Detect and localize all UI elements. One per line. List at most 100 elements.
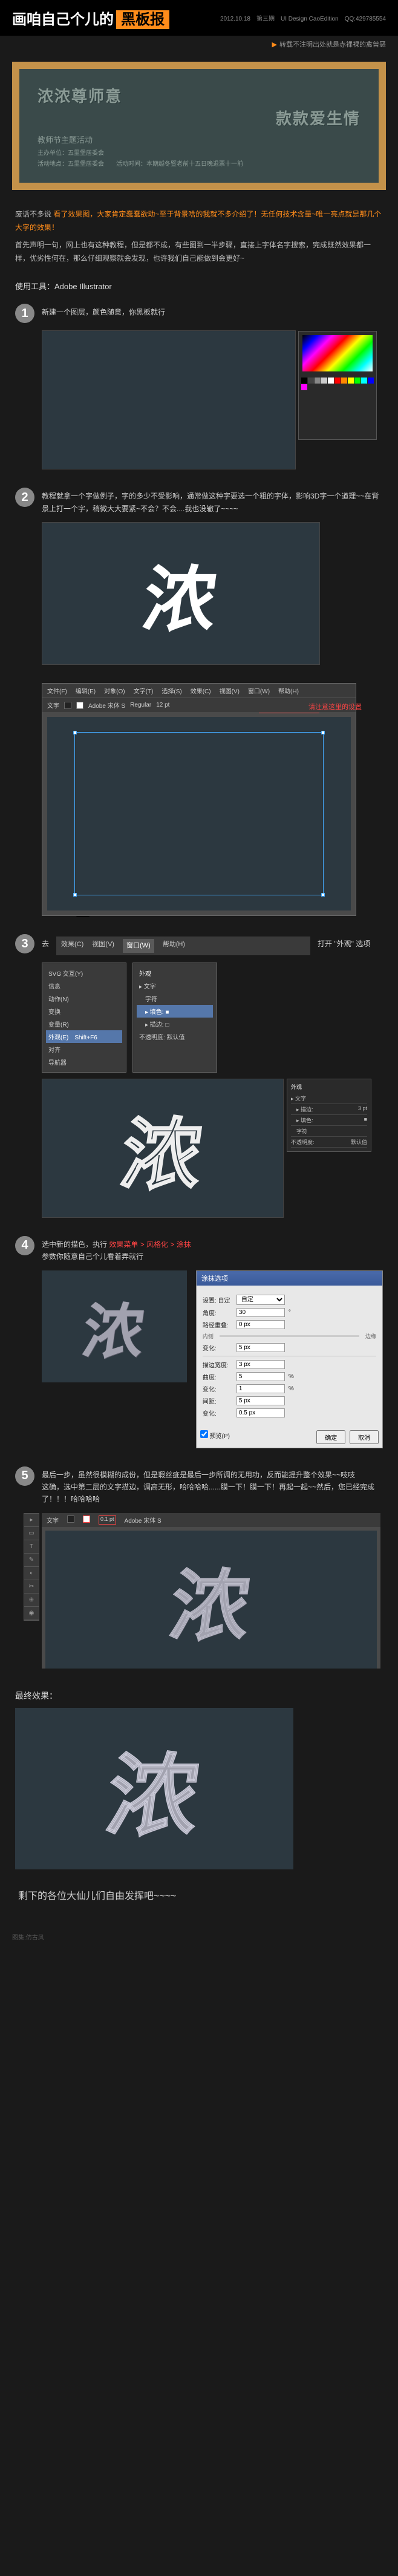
step-2: 2 教程就拿一个字做例子，字的多少不受影响，通常做这种字要选一个粗的字体，影响3… (0, 482, 398, 928)
dropdown-menus: SVG 交互(Y)信息动作(N)变换变量(R)外观(E) Shift+F6对齐导… (42, 963, 272, 1073)
callout-text: 请注意这里的设置 (308, 702, 362, 711)
window-menu[interactable]: SVG 交互(Y)信息动作(N)变换变量(R)外观(E) Shift+F6对齐导… (42, 963, 126, 1073)
step-num-1: 1 (15, 304, 34, 323)
s5a: 最后一步，虽然很模糊的成份，但是瑕丝疵是最后一步所调的无用功，反而能提升整个效果… (42, 1471, 355, 1479)
s4c: 参数你随意自己个儿看着弄就行 (42, 1252, 143, 1261)
d-preset: 设置: 自定 (203, 1295, 233, 1304)
fill-swatch[interactable] (64, 702, 71, 709)
s4a: 选中新的描色，执行 (42, 1240, 107, 1249)
step-text-4: 选中新的描色，执行 效果菜单 > 风格化 > 涂抹参数你随意自己个儿看着弄就行 (42, 1236, 191, 1263)
ai-menubar[interactable]: 文件(F) 编辑(E) 对象(O) 文字(T) 选择(S) 效果(C) 视图(V) 窗口(W)… (42, 684, 356, 698)
d-var3: 变化: (203, 1408, 233, 1417)
tool-label: 文字 (47, 701, 59, 710)
final-char: 浓 (21, 1723, 287, 1854)
menu-effect[interactable]: 效果(C) (191, 686, 211, 695)
s4b: 效果菜单 > 风格化 > 涂抹 (109, 1240, 191, 1249)
footer: 图集:仿古风 (0, 1926, 398, 1947)
intro-2: 首先声明一句，网上也有这种教程，但是都不成，有些图到一半步骤，直接上字体名字搜索… (15, 239, 383, 265)
step-1: 1 新建一个图层，颜色随意，你黑板就行 (0, 298, 398, 482)
d-in: 内侧 (203, 1332, 214, 1340)
stroke2-icon[interactable] (83, 1515, 90, 1523)
menu-window[interactable]: 窗口(W) (248, 686, 270, 695)
scribble-dialog[interactable]: 涂抹选项 设置: 自定自定 角度:° 路径重叠: 内侧边缘 变化: 描边宽度: … (196, 1270, 383, 1448)
meta-qq: QQ:429785554 (345, 16, 386, 22)
menu-help[interactable]: 帮助(H) (278, 686, 299, 695)
menu-view[interactable]: 视图(V) (220, 686, 240, 695)
angle-input[interactable] (237, 1308, 285, 1317)
ok-button[interactable]: 确定 (316, 1430, 345, 1444)
var-input[interactable] (237, 1343, 285, 1352)
step-3: 3 去 效果(C)视图(V)窗口(W)帮助(H) 打开 "外观" 选项 SVG … (0, 928, 398, 1230)
var3-input[interactable] (237, 1408, 285, 1417)
path-input[interactable] (237, 1320, 285, 1329)
char-outline: 浓 (47, 1091, 279, 1205)
menu-select[interactable]: 选择(S) (161, 686, 181, 695)
dialog-title: 涂抹选项 (197, 1271, 382, 1286)
d-out: 边缘 (365, 1332, 376, 1340)
ai-menu2[interactable]: 文字 0.1 pt Adobe 宋体 S (42, 1513, 380, 1527)
step2-image: 浓 ➜ 文件(F)编辑(E)对象(O)文字(T)选择(S)效果(C)视图(V)窗… (42, 522, 320, 916)
tool-line: 使用工具：Adobe Illustrator (0, 274, 398, 298)
step-5: 5 最后一步，虽然很模糊的成份，但是瑕丝疵是最后一步所调的无用功，反而能提升整个… (0, 1460, 398, 1681)
curve-input[interactable] (237, 1372, 285, 1381)
m-window[interactable]: 窗口(W) (123, 939, 154, 953)
preset-select[interactable]: 自定 (237, 1295, 285, 1305)
final-result: 浓 (15, 1708, 293, 1869)
ff2[interactable]: Adobe 宋体 S (125, 1515, 161, 1525)
t-label: 文字 (47, 1515, 59, 1525)
fill2-icon[interactable] (67, 1515, 74, 1523)
step-num-4: 4 (15, 1236, 34, 1255)
blackboard-section: 浓浓尊师意 款款爱生情 教师节主题活动 主办单位：五里堡居委会 活动地点：五里堡… (0, 53, 398, 199)
menu-object[interactable]: 对象(O) (104, 686, 125, 695)
chalk-char-2: 浓 (50, 1543, 373, 1656)
arrow-icon: ▶ (272, 41, 277, 48)
step4-image: 浓 涂抹选项 设置: 自定自定 角度:° 路径重叠: 内侧边缘 变化: 描边宽度… (42, 1270, 383, 1448)
ai-window: 文件(F) 编辑(E) 对象(O) 文字(T) 选择(S) 效果(C) 视图(V) 窗口(W)… (42, 683, 356, 916)
appearance-panel[interactable]: 外观▸ 文字 字符 ▸ 填色: ■ ▸ 描边: □不透明度: 默认值 (132, 963, 217, 1073)
stroke-swatch[interactable] (76, 702, 83, 709)
m-help[interactable]: 帮助(H) (163, 939, 185, 953)
char-nong: 浓 (53, 541, 308, 646)
sub-note: ▶转载不注明出处就是赤裸裸的禽兽恶 (0, 36, 398, 53)
d-path: 路径重叠: (203, 1320, 233, 1329)
bb-line1: 浓浓尊师意 (38, 84, 360, 106)
step-text-3: 去 效果(C) 视图(V) 窗口(W) 帮助(H) 打开 "外观" 选项 (42, 934, 370, 955)
m-view[interactable]: 视图(V) (92, 939, 114, 953)
page-header: 画咱自己个儿的黑板报 2012.10.18 第三期 UI Design CaoE… (0, 0, 398, 36)
preview-check[interactable] (200, 1430, 208, 1438)
s5b: 这确，选中第二层的文字描边，调高无形，哈哈哈哈......膜一下！膜一下！再起一… (42, 1483, 374, 1503)
step5-image: 文字 0.1 pt Adobe 宋体 S ▸▭T✎◐✂⊕◉ 浓 (42, 1513, 383, 1669)
menu-file[interactable]: 文件(F) (47, 686, 67, 695)
var2-input[interactable] (237, 1384, 285, 1393)
font-family[interactable]: Adobe 宋体 S (88, 701, 125, 710)
selection-box (74, 732, 324, 895)
m-effect[interactable]: 效果(C) (61, 939, 83, 953)
meta-date: 2012.10.18 (220, 16, 250, 22)
cancel-button[interactable]: 取消 (350, 1430, 379, 1444)
subnote-text: 转载不注明出处就是赤裸裸的禽兽恶 (279, 41, 386, 48)
color-panel[interactable] (298, 331, 377, 440)
menu-type[interactable]: 文字(T) (134, 686, 154, 695)
char-canvas: 浓 (42, 522, 320, 665)
title-white: 画咱自己个儿的 (12, 11, 114, 28)
font-weight[interactable]: Regular (130, 702, 151, 708)
ai-full-window: 文字 0.1 pt Adobe 宋体 S ▸▭T✎◐✂⊕◉ 浓 (42, 1513, 380, 1669)
meta-issue: 第三期 (256, 16, 275, 22)
color-picker-icon[interactable] (302, 335, 373, 371)
d-preview: 预览(P) (210, 1433, 230, 1440)
font-size[interactable]: 12 pt (156, 702, 169, 708)
appearance-side[interactable]: 外观 ▸ 文字 ▸ 描边:3 pt ▸ 填色:■ 字符 不透明度:默认值 (287, 1079, 371, 1152)
menu-edit[interactable]: 编辑(E) (76, 686, 96, 695)
space-input[interactable] (237, 1396, 285, 1405)
d-var2: 变化: (203, 1384, 233, 1393)
title-orange: 黑板报 (116, 10, 169, 29)
char-outline-canvas: 浓 (42, 1079, 284, 1218)
step-text-5: 最后一步，虽然很模糊的成份，但是瑕丝疵是最后一步所调的无用功，反而能提升整个效果… (42, 1466, 383, 1506)
toolbox[interactable]: ▸▭T✎◐✂⊕◉ (24, 1513, 39, 1621)
stroke-input[interactable] (237, 1360, 285, 1369)
swatches[interactable] (299, 375, 376, 393)
s3-b: 打开 "外观" 选项 (318, 940, 370, 948)
d-curve: 曲度: (203, 1372, 233, 1381)
s3-a: 去 (42, 940, 49, 948)
ai-artboard[interactable] (47, 717, 351, 910)
